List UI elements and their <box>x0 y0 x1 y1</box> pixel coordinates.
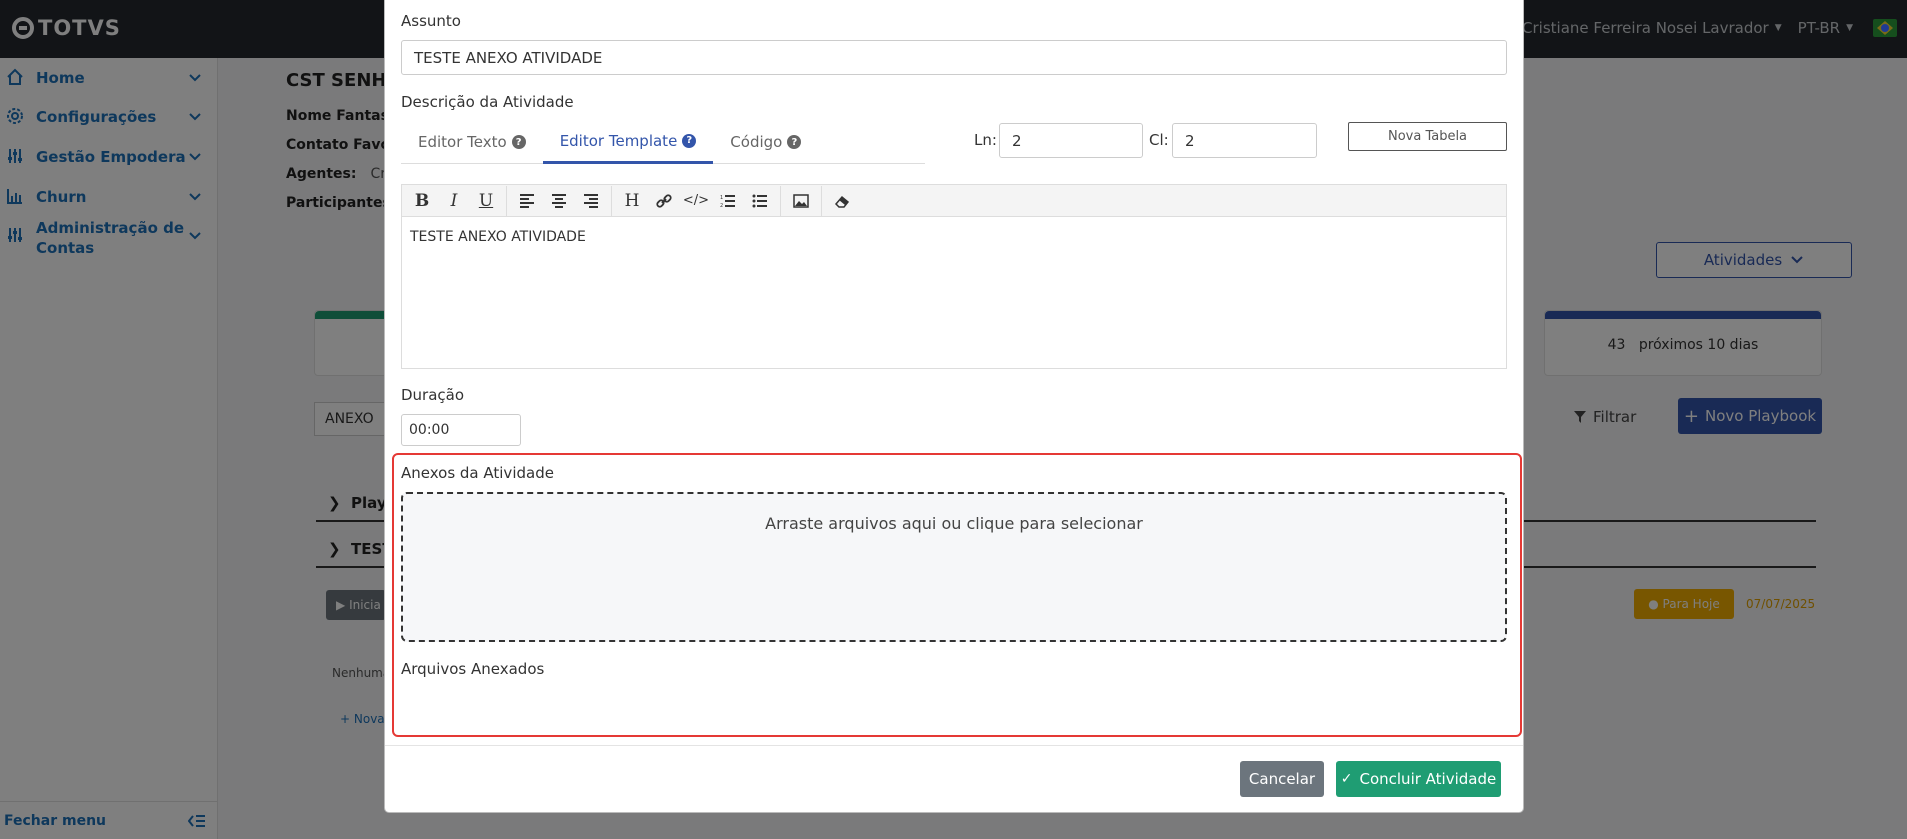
duracao-input[interactable]: 00:00 <box>401 414 521 446</box>
toolbar-divider <box>821 185 822 216</box>
code-icon[interactable]: </> <box>680 186 712 216</box>
align-right-icon[interactable] <box>575 186 607 216</box>
cancel-button[interactable]: Cancelar <box>1240 761 1324 797</box>
tab-editor-texto[interactable]: Editor Texto ? <box>401 120 543 164</box>
assunto-label: Assunto <box>401 12 461 30</box>
toolbar-divider <box>780 185 781 216</box>
assunto-input[interactable]: TESTE ANEXO ATIVIDADE <box>401 40 1507 75</box>
help-icon[interactable]: ? <box>682 133 697 148</box>
conclude-label: Concluir Atividade <box>1359 770 1497 788</box>
tab-label: Código <box>730 133 783 151</box>
conclude-activity-button[interactable]: ✓ Concluir Atividade <box>1336 761 1501 797</box>
rich-text-editor: B I U H </> 12 TESTE ANEXO ATIVIDADE <box>401 184 1507 369</box>
nova-tabela-button[interactable]: Nova Tabela <box>1348 122 1507 151</box>
editor-toolbar: B I U H </> 12 <box>402 185 1506 217</box>
svg-text:1: 1 <box>720 195 723 201</box>
ordered-list-icon[interactable]: 12 <box>712 186 744 216</box>
modal-footer-divider <box>385 745 1523 746</box>
tab-codigo[interactable]: Código ? <box>713 120 818 164</box>
bullet-list-icon[interactable] <box>744 186 776 216</box>
toolbar-divider <box>506 185 507 216</box>
check-icon: ✓ <box>1340 771 1353 787</box>
descricao-label: Descrição da Atividade <box>401 93 574 111</box>
link-icon[interactable] <box>648 186 680 216</box>
heading-icon[interactable]: H <box>616 186 648 216</box>
help-icon[interactable]: ? <box>511 135 526 149</box>
arquivos-anexados-label: Arquivos Anexados <box>401 660 545 678</box>
anexos-label: Anexos da Atividade <box>401 464 554 482</box>
underline-icon[interactable]: U <box>470 186 502 216</box>
tab-editor-template[interactable]: Editor Template ? <box>542 120 714 164</box>
align-left-icon[interactable] <box>511 186 543 216</box>
help-icon[interactable]: ? <box>787 135 802 149</box>
ln-label: Ln: <box>974 131 997 149</box>
file-dropzone[interactable]: Arraste arquivos aqui ou clique para sel… <box>401 492 1507 642</box>
editor-tabs: Editor Texto ? Editor Template ? Código … <box>401 120 925 164</box>
eraser-icon[interactable] <box>826 186 858 216</box>
editor-content[interactable]: TESTE ANEXO ATIVIDADE <box>402 217 1506 257</box>
tab-label: Editor Template <box>559 131 678 150</box>
italic-icon[interactable]: I <box>438 186 470 216</box>
activity-modal: Assunto TESTE ANEXO ATIVIDADE Descrição … <box>385 0 1523 812</box>
bold-icon[interactable]: B <box>406 186 438 216</box>
duracao-label: Duração <box>401 386 465 404</box>
image-icon[interactable] <box>785 186 817 216</box>
svg-text:2: 2 <box>720 203 723 208</box>
ln-input[interactable]: 2 <box>999 123 1143 158</box>
toolbar-divider <box>611 185 612 216</box>
cl-input[interactable]: 2 <box>1172 123 1317 158</box>
align-center-icon[interactable] <box>543 186 575 216</box>
dropzone-text: Arraste arquivos aqui ou clique para sel… <box>765 514 1143 533</box>
cl-label: Cl: <box>1149 131 1169 149</box>
tab-label: Editor Texto <box>418 133 507 151</box>
